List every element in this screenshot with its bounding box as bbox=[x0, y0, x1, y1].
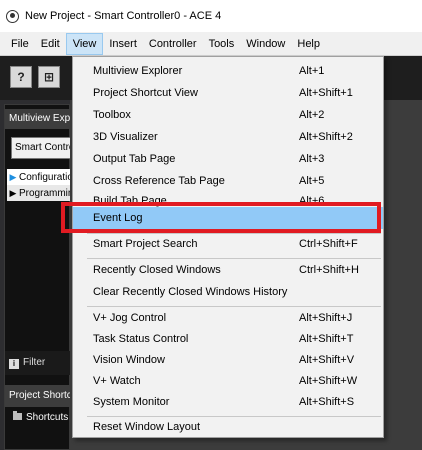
menu-item-task-status-control[interactable]: Task Status Control Alt+Shift+T bbox=[73, 328, 383, 350]
menu-item-multiview-explorer[interactable]: Multiview Explorer Alt+1 bbox=[73, 60, 383, 82]
menu-item-reset-window-layout[interactable]: Reset Window Layout bbox=[73, 416, 383, 438]
app-logo-icon bbox=[6, 9, 19, 23]
menu-item-project-shortcut-view[interactable]: Project Shortcut View Alt+Shift+1 bbox=[73, 82, 383, 104]
menu-edit[interactable]: Edit bbox=[35, 33, 66, 55]
controller-selector[interactable]: Smart Controller0 bbox=[11, 137, 71, 159]
menu-insert[interactable]: Insert bbox=[103, 33, 143, 55]
menu-view[interactable]: View bbox=[65, 32, 104, 55]
highlight-callout bbox=[61, 202, 381, 233]
menu-bar: File Edit View Insert Controller Tools W… bbox=[0, 32, 422, 56]
shortcut-folder-item[interactable]: Shortcuts bbox=[13, 409, 71, 427]
tree-item-configuration[interactable]: ▶Configuration bbox=[7, 169, 71, 185]
menu-item-recently-closed-windows[interactable]: Recently Closed Windows Ctrl+Shift+H bbox=[73, 259, 383, 281]
menu-item-clear-recently-closed[interactable]: Clear Recently Closed Windows History bbox=[73, 281, 383, 303]
menu-item-output-tab-page[interactable]: Output Tab Page Alt+3 bbox=[73, 148, 383, 170]
expand-arrow-icon[interactable]: ▶ bbox=[7, 169, 19, 185]
menu-item-v-watch[interactable]: V+ Watch Alt+Shift+W bbox=[73, 370, 383, 392]
multiview-explorer-panel: Multiview Explorer Smart Controller0 ▶Co… bbox=[4, 104, 71, 450]
menu-item-smart-project-search[interactable]: Smart Project Search Ctrl+Shift+F bbox=[73, 233, 383, 255]
panel-header: Multiview Explorer bbox=[5, 109, 71, 129]
help-icon[interactable]: ? bbox=[10, 66, 32, 88]
menu-item-vision-window[interactable]: Vision Window Alt+Shift+V bbox=[73, 349, 383, 371]
tree-item-label: Configuration bbox=[19, 172, 71, 183]
project-shortcut-header: Project Shortcut View bbox=[5, 385, 71, 407]
menu-file[interactable]: File bbox=[5, 33, 35, 55]
expand-arrow-icon[interactable]: ▶ bbox=[7, 185, 19, 201]
menu-item-cross-reference-tab-page[interactable]: Cross Reference Tab Page Alt+5 bbox=[73, 170, 383, 192]
window-title: New Project - Smart Controller0 - ACE 4 bbox=[25, 10, 222, 22]
menu-item-system-monitor[interactable]: System Monitor Alt+Shift+S bbox=[73, 391, 383, 413]
filter-icon: i bbox=[9, 359, 19, 369]
folder-icon bbox=[13, 411, 22, 420]
view-menu-dropdown: Multiview Explorer Alt+1 Project Shortcut… bbox=[72, 56, 384, 438]
menu-item-v-jog-control[interactable]: V+ Jog Control Alt+Shift+J bbox=[73, 307, 383, 329]
menu-tools[interactable]: Tools bbox=[203, 33, 241, 55]
menu-window[interactable]: Window bbox=[240, 33, 291, 55]
tree-item-label: Programming bbox=[19, 188, 71, 199]
shortcut-folder-label: Shortcuts bbox=[26, 412, 69, 423]
menu-controller[interactable]: Controller bbox=[143, 33, 203, 55]
toolbar-button-icon[interactable]: ⊞ bbox=[38, 66, 60, 88]
menu-help[interactable]: Help bbox=[291, 33, 326, 55]
menu-item-toolbox[interactable]: Toolbox Alt+2 bbox=[73, 104, 383, 126]
tree-item-programming[interactable]: ▶Programming bbox=[7, 185, 71, 201]
menu-item-3d-visualizer[interactable]: 3D Visualizer Alt+Shift+2 bbox=[73, 126, 383, 148]
filter-label: Filter bbox=[23, 357, 46, 368]
title-bar: New Project - Smart Controller0 - ACE 4 bbox=[0, 0, 422, 32]
filter-bar[interactable]: i Filter bbox=[5, 351, 71, 375]
